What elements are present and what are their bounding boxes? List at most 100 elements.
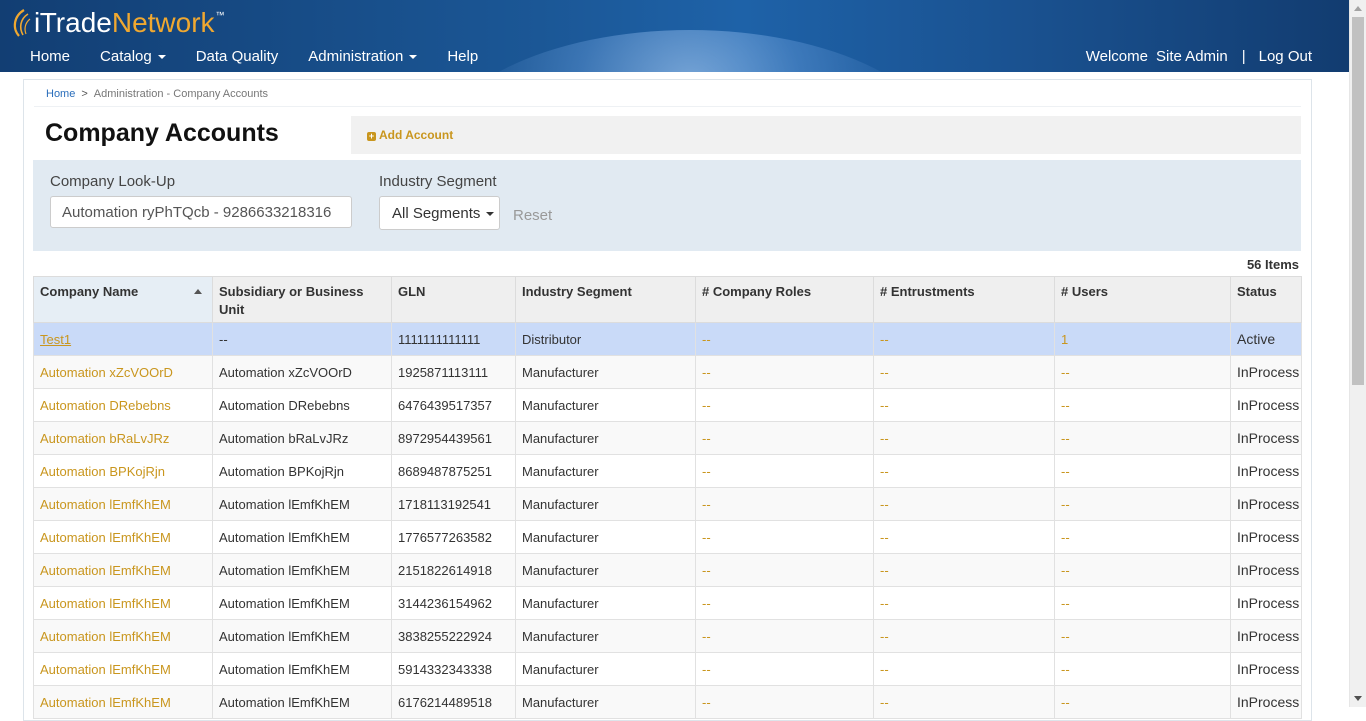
caret-down-icon: [486, 212, 495, 217]
col-company-name[interactable]: Company Name: [33, 276, 213, 323]
users-link[interactable]: --: [1054, 454, 1231, 488]
entrustments-link[interactable]: --: [873, 685, 1055, 719]
company-roles-link[interactable]: --: [695, 685, 874, 719]
table-row[interactable]: Automation bRaLvJRz Automation bRaLvJRz …: [33, 421, 1302, 455]
company-name-link[interactable]: Automation lEmfKhEM: [33, 487, 213, 521]
gln-cell: 8689487875251: [391, 454, 516, 488]
table-row[interactable]: Automation lEmfKhEM Automation lEmfKhEM …: [33, 586, 1302, 620]
breadcrumb-divider: [34, 106, 1301, 107]
col-subsidiary[interactable]: Subsidiary or Business Unit: [212, 276, 392, 323]
entrustments-link[interactable]: --: [873, 322, 1055, 356]
table-row[interactable]: Automation BPKojRjn Automation BPKojRjn …: [33, 454, 1302, 488]
company-name-link[interactable]: Automation xZcVOOrD: [33, 355, 213, 389]
company-roles-link[interactable]: --: [695, 355, 874, 389]
subsidiary-cell: Automation lEmfKhEM: [212, 586, 392, 620]
users-link[interactable]: --: [1054, 553, 1231, 587]
table-row[interactable]: Automation lEmfKhEM Automation lEmfKhEM …: [33, 553, 1302, 587]
logout-link[interactable]: Log Out: [1259, 46, 1312, 67]
industry-segment-dropdown[interactable]: All Segments: [379, 196, 500, 230]
entrustments-link[interactable]: --: [873, 652, 1055, 686]
company-roles-link[interactable]: --: [695, 388, 874, 422]
company-name-link[interactable]: Automation BPKojRjn: [33, 454, 213, 488]
col-users[interactable]: # Users: [1054, 276, 1231, 323]
industry-segment-cell: Manufacturer: [515, 421, 696, 455]
users-link[interactable]: --: [1054, 520, 1231, 554]
users-link[interactable]: --: [1054, 685, 1231, 719]
col-status[interactable]: Status: [1230, 276, 1302, 323]
scroll-up-arrow-icon[interactable]: [1354, 6, 1362, 11]
table-row[interactable]: Test1 -- 1111111111111 Distributor -- --…: [33, 322, 1302, 356]
col-entrustments[interactable]: # Entrustments: [873, 276, 1055, 323]
gln-cell: 3144236154962: [391, 586, 516, 620]
caret-down-icon: [409, 55, 418, 60]
company-lookup-input[interactable]: [50, 196, 352, 228]
entrustments-link[interactable]: --: [873, 421, 1055, 455]
table-row[interactable]: Automation lEmfKhEM Automation lEmfKhEM …: [33, 652, 1302, 686]
entrustments-link[interactable]: --: [873, 454, 1055, 488]
entrustments-link[interactable]: --: [873, 355, 1055, 389]
nav-data-quality-label: Data Quality: [195, 48, 279, 65]
entrustments-link[interactable]: --: [873, 586, 1055, 620]
table-row[interactable]: Automation DRebebns Automation DRebebns …: [33, 388, 1302, 422]
company-name-link[interactable]: Automation lEmfKhEM: [33, 685, 213, 719]
company-roles-link[interactable]: --: [695, 487, 874, 521]
col-users-label: # Users: [1061, 284, 1108, 299]
page-scrollbar[interactable]: [1349, 0, 1366, 707]
table-row[interactable]: Automation lEmfKhEM Automation lEmfKhEM …: [33, 619, 1302, 653]
users-link[interactable]: --: [1054, 487, 1231, 521]
company-name-link[interactable]: Automation lEmfKhEM: [33, 652, 213, 686]
users-link[interactable]: --: [1054, 652, 1231, 686]
company-roles-link[interactable]: --: [695, 421, 874, 455]
users-link[interactable]: --: [1054, 388, 1231, 422]
breadcrumb-home-link[interactable]: Home: [46, 88, 75, 100]
nav-catalog[interactable]: Catalog: [85, 46, 181, 68]
entrustments-link[interactable]: --: [873, 520, 1055, 554]
gln-cell: 3838255222924: [391, 619, 516, 653]
company-name-link[interactable]: Automation lEmfKhEM: [33, 586, 213, 620]
nav-home-label: Home: [30, 48, 71, 65]
entrustments-link[interactable]: --: [873, 487, 1055, 521]
company-name-link[interactable]: Test1: [33, 322, 213, 356]
company-roles-link[interactable]: --: [695, 619, 874, 653]
gln-cell: 1925871113111: [391, 355, 516, 389]
nav-home[interactable]: Home: [15, 46, 85, 68]
company-roles-link[interactable]: --: [695, 520, 874, 554]
col-gln[interactable]: GLN: [391, 276, 516, 323]
users-link[interactable]: --: [1054, 421, 1231, 455]
nav-administration[interactable]: Administration: [293, 46, 432, 68]
table-row[interactable]: Automation xZcVOOrD Automation xZcVOOrD …: [33, 355, 1302, 389]
users-link[interactable]: --: [1054, 355, 1231, 389]
company-name-link[interactable]: Automation bRaLvJRz: [33, 421, 213, 455]
table-row[interactable]: Automation lEmfKhEM Automation lEmfKhEM …: [33, 520, 1302, 554]
user-name-link[interactable]: Site Admin: [1156, 46, 1228, 67]
company-name-link[interactable]: Automation lEmfKhEM: [33, 553, 213, 587]
scroll-down-arrow-icon[interactable]: [1354, 696, 1362, 701]
company-name-link[interactable]: Automation DRebebns: [33, 388, 213, 422]
nav-help[interactable]: Help: [432, 46, 493, 68]
table-row[interactable]: Automation lEmfKhEM Automation lEmfKhEM …: [33, 685, 1302, 719]
entrustments-link[interactable]: --: [873, 388, 1055, 422]
company-name-link[interactable]: Automation lEmfKhEM: [33, 619, 213, 653]
table-row[interactable]: Automation lEmfKhEM Automation lEmfKhEM …: [33, 487, 1302, 521]
scrollbar-thumb[interactable]: [1352, 17, 1364, 385]
company-name-link[interactable]: Automation lEmfKhEM: [33, 520, 213, 554]
app-logo[interactable]: i Trade Network ™: [10, 6, 225, 40]
col-entrustments-label: # Entrustments: [880, 284, 975, 299]
entrustments-link[interactable]: --: [873, 619, 1055, 653]
reset-button[interactable]: Reset: [513, 207, 552, 224]
entrustments-link[interactable]: --: [873, 553, 1055, 587]
company-roles-link[interactable]: --: [695, 553, 874, 587]
company-roles-link[interactable]: --: [695, 586, 874, 620]
caret-down-icon: [157, 55, 166, 60]
add-account-button[interactable]: + Add Account: [367, 128, 453, 142]
users-link[interactable]: --: [1054, 619, 1231, 653]
col-industry-segment[interactable]: Industry Segment: [515, 276, 696, 323]
col-gln-label: GLN: [398, 284, 426, 299]
company-roles-link[interactable]: --: [695, 454, 874, 488]
col-company-roles[interactable]: # Company Roles: [695, 276, 874, 323]
nav-data-quality[interactable]: Data Quality: [181, 46, 294, 68]
users-link[interactable]: --: [1054, 586, 1231, 620]
company-roles-link[interactable]: --: [695, 652, 874, 686]
users-link[interactable]: 1: [1054, 322, 1231, 356]
company-roles-link[interactable]: --: [695, 322, 874, 356]
